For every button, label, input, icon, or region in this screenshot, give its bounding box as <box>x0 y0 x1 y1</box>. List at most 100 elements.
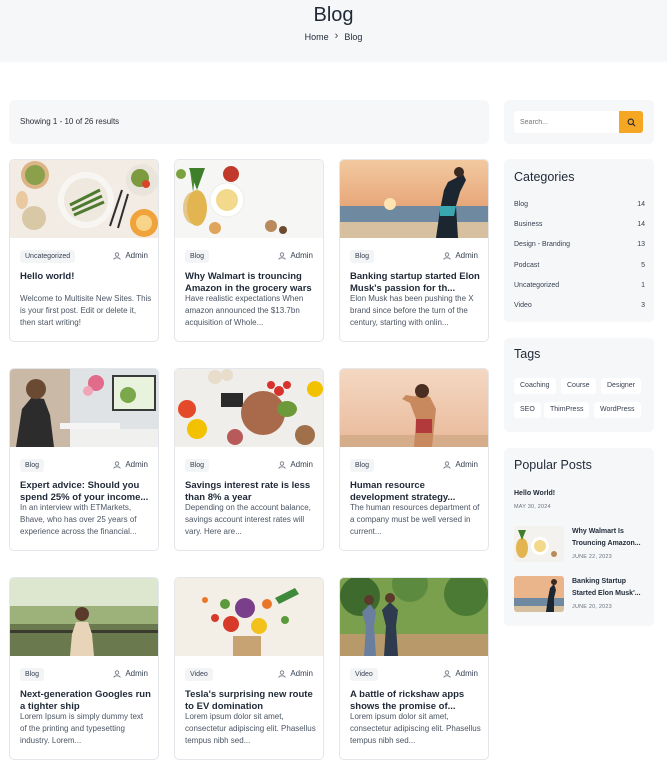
search-widget <box>504 100 654 144</box>
post-thumbnail[interactable] <box>175 369 323 447</box>
post-category-badge[interactable]: Blog <box>20 459 45 472</box>
user-icon <box>113 669 121 678</box>
chevron-right-icon: › <box>334 30 339 42</box>
page-header: Blog Home › Blog <box>0 0 667 62</box>
post-author[interactable]: Admin <box>443 669 478 678</box>
post-card[interactable]: Video Admin Tesla's surprising new route… <box>174 577 324 760</box>
category-count: 13 <box>637 241 645 248</box>
post-title[interactable]: Banking startup started Elon Musk's pass… <box>350 271 482 295</box>
post-author-name: Admin <box>125 669 148 678</box>
post-thumbnail[interactable] <box>340 160 488 238</box>
post-title[interactable]: Tesla's surprising new route to EV domin… <box>185 689 317 713</box>
post-card[interactable]: Blog Admin Human resource development st… <box>339 368 489 551</box>
results-count: Showing 1 - 10 of 26 results <box>20 117 120 126</box>
post-card[interactable]: Blog Admin Why Walmart is trouncing Amaz… <box>174 159 324 342</box>
post-author-name: Admin <box>290 251 313 260</box>
breadcrumb-home-link[interactable]: Home <box>305 32 329 42</box>
popular-posts-widget: Popular Posts Hello World! MAY 30, 2024 … <box>504 448 654 626</box>
breadcrumb: Home › Blog <box>0 31 667 42</box>
post-excerpt: Depending on the account balance, saving… <box>185 503 311 536</box>
category-label: Design - Branding <box>514 241 571 248</box>
search-button[interactable] <box>619 111 643 133</box>
popular-post-title[interactable]: Banking Startup Started Elon Musk'... <box>572 576 648 600</box>
post-author-name: Admin <box>290 669 313 678</box>
tags-widget: Tags Coaching Course Designer SEO ThimPr… <box>504 338 654 432</box>
categories-widget: Categories Blog 14 Business 14 Design - Br… <box>504 159 654 322</box>
post-author[interactable]: Admin <box>443 251 478 260</box>
post-thumbnail[interactable] <box>10 369 158 447</box>
post-author[interactable]: Admin <box>278 251 313 260</box>
popular-post-title[interactable]: Why Walmart Is Trouncing Amazon... <box>572 526 648 550</box>
popular-post-thumbnail[interactable] <box>514 576 564 612</box>
breadcrumb-current: Blog <box>344 31 363 42</box>
category-label: Uncategorized <box>514 282 560 289</box>
post-category-badge[interactable]: Blog <box>20 668 45 681</box>
post-thumbnail[interactable] <box>175 578 323 656</box>
post-card[interactable]: Blog Admin Banking startup started Elon … <box>339 159 489 342</box>
popular-post-thumbnail[interactable] <box>514 526 564 562</box>
category-label: Business <box>514 221 543 228</box>
post-thumbnail[interactable] <box>10 160 158 238</box>
tag-chip[interactable]: WordPress <box>594 402 641 418</box>
post-excerpt: The human resources department of a comp… <box>350 503 480 536</box>
post-author[interactable]: Admin <box>113 669 148 678</box>
category-label: Blog <box>514 201 529 208</box>
search-input[interactable] <box>514 111 619 133</box>
post-category-badge[interactable]: Blog <box>185 250 210 263</box>
user-icon <box>278 669 286 678</box>
post-title[interactable]: Next-generation Googles run a tighter sh… <box>20 689 152 713</box>
post-card[interactable]: Blog Admin Next-generation Googles run a… <box>9 577 159 760</box>
post-category-badge[interactable]: Blog <box>185 459 210 472</box>
category-item[interactable]: Uncategorized 1 <box>514 282 645 289</box>
post-thumbnail[interactable] <box>175 160 323 238</box>
post-author[interactable]: Admin <box>113 251 148 260</box>
category-item[interactable]: Podcast 5 <box>514 262 645 269</box>
tag-chip[interactable]: Course <box>561 378 596 394</box>
post-category-badge[interactable]: Blog <box>350 459 375 472</box>
tag-chip[interactable]: ThimPress <box>544 402 590 418</box>
post-title[interactable]: Savings interest rate is less than 8% a … <box>185 480 317 504</box>
post-category-badge[interactable]: Video <box>350 668 378 681</box>
post-author-name: Admin <box>125 460 148 469</box>
post-excerpt: Welcome to Multisite New Sites. This is … <box>20 294 152 327</box>
category-count: 1 <box>641 282 645 289</box>
tags-title: Tags <box>514 347 541 361</box>
tag-chip[interactable]: Coaching <box>514 378 556 394</box>
post-category-badge[interactable]: Video <box>185 668 213 681</box>
category-item[interactable]: Blog 14 <box>514 201 645 208</box>
post-category-badge[interactable]: Blog <box>350 250 375 263</box>
popular-post-title[interactable]: Hello World! <box>514 488 555 500</box>
category-count: 5 <box>641 262 645 269</box>
category-item[interactable]: Video 3 <box>514 302 645 309</box>
category-item[interactable]: Business 14 <box>514 221 645 228</box>
category-item[interactable]: Design - Branding 13 <box>514 241 645 248</box>
post-thumbnail[interactable] <box>340 578 488 656</box>
category-label: Video <box>514 302 532 309</box>
post-thumbnail[interactable] <box>10 578 158 656</box>
post-author[interactable]: Admin <box>443 460 478 469</box>
post-title[interactable]: Why Walmart is trouncing Amazon in the g… <box>185 271 317 295</box>
tag-chip[interactable]: Designer <box>601 378 642 394</box>
post-category-badge[interactable]: Uncategorized <box>20 250 76 263</box>
post-thumbnail[interactable] <box>340 369 488 447</box>
post-card[interactable]: Blog Admin Savings interest rate is less… <box>174 368 324 551</box>
tag-chip[interactable]: SEO <box>514 402 541 418</box>
category-count: 14 <box>637 221 645 228</box>
post-title[interactable]: Hello world! <box>20 271 152 283</box>
post-card[interactable]: Blog Admin Expert advice: Should you spe… <box>9 368 159 551</box>
post-author-name: Admin <box>455 669 478 678</box>
post-author[interactable]: Admin <box>278 669 313 678</box>
post-card[interactable]: Uncategorized Admin Hello world! Welcome… <box>9 159 159 342</box>
post-title[interactable]: A battle of rickshaw apps shows the prom… <box>350 689 482 713</box>
post-excerpt: Lorem Ipsum is simply dummy text of the … <box>20 712 144 745</box>
user-icon <box>278 460 286 469</box>
page-title: Blog <box>313 4 354 26</box>
post-author[interactable]: Admin <box>278 460 313 469</box>
post-title[interactable]: Human resource development strategy... <box>350 480 482 504</box>
popular-posts-title: Popular Posts <box>514 458 592 472</box>
post-card[interactable]: Video Admin A battle of rickshaw apps sh… <box>339 577 489 760</box>
user-icon <box>443 251 451 260</box>
post-author[interactable]: Admin <box>113 460 148 469</box>
results-bar: Showing 1 - 10 of 26 results <box>9 100 489 144</box>
post-title[interactable]: Expert advice: Should you spend 25% of y… <box>20 480 152 504</box>
